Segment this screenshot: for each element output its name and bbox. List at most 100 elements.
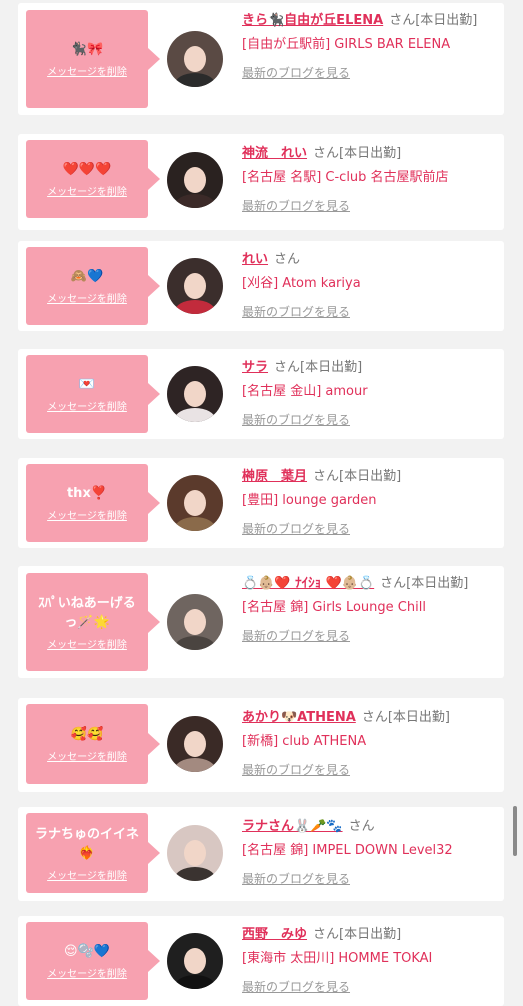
avatar-face <box>184 490 206 516</box>
latest-blog-link[interactable]: 最新のブログを見る <box>242 758 350 782</box>
message-bubble: thx❣️ メッセージを削除 <box>26 464 160 542</box>
shop-name: [名古屋 金山] amour <box>242 384 368 399</box>
shop-name: [名古屋 錦] IMPEL DOWN Level32 <box>242 843 453 858</box>
avatar-face <box>184 731 206 757</box>
message-bubble: ❤️❤️❤️ メッセージを削除 <box>26 140 160 218</box>
cast-info: れい さん [刈谷] Atom kariya 最新のブログを見る <box>242 248 500 325</box>
cast-name-link[interactable]: 榊原 葉月 <box>242 469 307 484</box>
name-line: れい さん <box>242 248 500 272</box>
message-text: ｽﾊﾟいねあーげるっ🪄🌟 <box>38 595 136 630</box>
name-line: 💍👶🏼❤️ ﾅｲｼｮ ❤️👶🏼💍 さん[本日出勤] <box>242 572 500 596</box>
latest-blog-link[interactable]: 最新のブログを見る <box>242 300 350 324</box>
list-item: 😌🫧💙 メッセージを削除 西野 みゆ さん[本日出勤] [東海市 太田川] HOM… <box>18 916 504 1006</box>
name-suffix: さん[本日出勤] <box>389 13 478 28</box>
name-suffix: さん <box>348 819 375 834</box>
cast-name-link[interactable]: 西野 みゆ <box>242 927 307 942</box>
shop-name: [刈谷] Atom kariya <box>242 276 361 291</box>
cast-info: あかり🐶ATHENA さん[本日出勤] [新橋] club ATHENA 最新のブ… <box>242 706 500 783</box>
avatar[interactable] <box>167 152 223 208</box>
cast-info: 西野 みゆ さん[本日出勤] [東海市 太田川] HOMME TOKAI 最新のブ… <box>242 923 500 1000</box>
list-item: 🙈💙 メッセージを削除 れい さん [刈谷] Atom kariya 最新のブログ… <box>18 241 504 331</box>
message-bubble: 🙈💙 メッセージを削除 <box>26 247 160 325</box>
delete-message-link[interactable]: メッセージを削除 <box>47 290 127 305</box>
scrollbar[interactable] <box>513 806 517 856</box>
cast-name-link[interactable]: 💍👶🏼❤️ ﾅｲｼｮ ❤️👶🏼💍 <box>242 576 374 591</box>
message-bubble: 🐈‍⬛🎀 メッセージを削除 <box>26 10 160 108</box>
message-bubble: 💌 メッセージを削除 <box>26 355 160 433</box>
shop-name: [自由が丘駅前] GIRLS BAR ELENA <box>242 37 451 52</box>
cast-name-link[interactable]: ラナさん🐰🥕🐾 <box>242 819 343 834</box>
message-text: ❤️❤️❤️ <box>62 162 112 177</box>
message-bubble: 🥰🥰 メッセージを削除 <box>26 704 160 784</box>
avatar[interactable] <box>167 825 223 881</box>
name-line: 榊原 葉月 さん[本日出勤] <box>242 465 500 489</box>
name-line: ラナさん🐰🥕🐾 さん <box>242 815 500 839</box>
shop-name: [新橋] club ATHENA <box>242 734 367 749</box>
avatar-face <box>184 46 206 72</box>
list-item: thx❣️ メッセージを削除 榊原 葉月 さん[本日出勤] [豊田] lounge… <box>18 458 504 548</box>
delete-message-link[interactable]: メッセージを削除 <box>47 867 127 882</box>
message-bubble: 😌🫧💙 メッセージを削除 <box>26 922 160 1000</box>
avatar-face <box>184 609 206 635</box>
list-item: ラナちゅのイイネ❤️‍🔥 メッセージを削除 ラナさん🐰🥕🐾 さん [名古屋 錦] … <box>18 807 504 901</box>
message-text: thx❣️ <box>66 486 108 501</box>
latest-blog-link[interactable]: 最新のブログを見る <box>242 624 350 648</box>
cast-info: サラ さん[本日出勤] [名古屋 金山] amour 最新のブログを見る <box>242 356 500 433</box>
delete-message-link[interactable]: メッセージを削除 <box>47 507 127 522</box>
cast-info: ラナさん🐰🥕🐾 さん [名古屋 錦] IMPEL DOWN Level32 最新の… <box>242 815 500 892</box>
avatar[interactable] <box>167 933 223 989</box>
message-text: 💌 <box>78 377 96 392</box>
name-line: 西野 みゆ さん[本日出勤] <box>242 923 500 947</box>
name-suffix: さん[本日出勤] <box>274 360 363 375</box>
cast-name-link[interactable]: れい <box>242 252 268 267</box>
cast-name-link[interactable]: きら🐈‍⬛自由が丘ELENA <box>242 13 383 28</box>
avatar-face <box>184 167 206 193</box>
cast-name-link[interactable]: あかり🐶ATHENA <box>242 710 356 725</box>
avatar[interactable] <box>167 475 223 531</box>
list-item: 🥰🥰 メッセージを削除 あかり🐶ATHENA さん[本日出勤] [新橋] club… <box>18 698 504 792</box>
latest-blog-link[interactable]: 最新のブログを見る <box>242 975 350 999</box>
name-line: あかり🐶ATHENA さん[本日出勤] <box>242 706 500 730</box>
avatar[interactable] <box>167 366 223 422</box>
delete-message-link[interactable]: メッセージを削除 <box>47 398 127 413</box>
cast-info: きら🐈‍⬛自由が丘ELENA さん[本日出勤] [自由が丘駅前] GIRLS BA… <box>242 9 500 86</box>
avatar[interactable] <box>167 31 223 87</box>
message-bubble: ラナちゅのイイネ❤️‍🔥 メッセージを削除 <box>26 813 160 893</box>
delete-message-link[interactable]: メッセージを削除 <box>47 63 127 78</box>
list-item: 💌 メッセージを削除 サラ さん[本日出勤] [名古屋 金山] amour 最新の… <box>18 349 504 439</box>
avatar-face <box>184 840 206 866</box>
avatar[interactable] <box>167 594 223 650</box>
avatar[interactable] <box>167 258 223 314</box>
message-text: 🙈💙 <box>70 269 104 284</box>
cast-name-link[interactable]: サラ <box>242 360 268 375</box>
name-line: きら🐈‍⬛自由が丘ELENA さん[本日出勤] <box>242 9 500 33</box>
message-bubble: ｽﾊﾟいねあーげるっ🪄🌟 メッセージを削除 <box>26 573 160 671</box>
latest-blog-link[interactable]: 最新のブログを見る <box>242 517 350 541</box>
list-item: 🐈‍⬛🎀 メッセージを削除 きら🐈‍⬛自由が丘ELENA さん[本日出勤] [自由… <box>18 3 504 115</box>
delete-message-link[interactable]: メッセージを削除 <box>47 965 127 980</box>
avatar-face <box>184 948 206 974</box>
message-text: 🥰🥰 <box>70 727 104 742</box>
latest-blog-link[interactable]: 最新のブログを見る <box>242 867 350 891</box>
name-line: サラ さん[本日出勤] <box>242 356 500 380</box>
latest-blog-link[interactable]: 最新のブログを見る <box>242 194 350 218</box>
message-text: 😌🫧💙 <box>64 944 110 959</box>
latest-blog-link[interactable]: 最新のブログを見る <box>242 61 350 85</box>
delete-message-link[interactable]: メッセージを削除 <box>47 636 127 651</box>
list-item: ｽﾊﾟいねあーげるっ🪄🌟 メッセージを削除 💍👶🏼❤️ ﾅｲｼｮ ❤️👶🏼💍 さん… <box>18 566 504 678</box>
message-text: 🐈‍⬛🎀 <box>70 42 104 57</box>
list-item: ❤️❤️❤️ メッセージを削除 神流 れい さん[本日出勤] [名古屋 名駅] C… <box>18 134 504 230</box>
shop-name: [名古屋 名駅] C-club 名古屋駅前店 <box>242 170 449 185</box>
avatar-face <box>184 273 206 299</box>
delete-message-link[interactable]: メッセージを削除 <box>47 748 127 763</box>
cast-info: 💍👶🏼❤️ ﾅｲｼｮ ❤️👶🏼💍 さん[本日出勤] [名古屋 錦] Girls L… <box>242 572 500 649</box>
message-text: ラナちゅのイイネ❤️‍🔥 <box>34 826 139 861</box>
latest-blog-link[interactable]: 最新のブログを見る <box>242 408 350 432</box>
avatar[interactable] <box>167 716 223 772</box>
name-suffix: さん[本日出勤] <box>313 927 402 942</box>
cast-name-link[interactable]: 神流 れい <box>242 146 307 161</box>
shop-name: [東海市 太田川] HOMME TOKAI <box>242 951 433 966</box>
cast-info: 神流 れい さん[本日出勤] [名古屋 名駅] C-club 名古屋駅前店 最新の… <box>242 142 500 219</box>
name-suffix: さん[本日出勤] <box>313 146 402 161</box>
delete-message-link[interactable]: メッセージを削除 <box>47 183 127 198</box>
